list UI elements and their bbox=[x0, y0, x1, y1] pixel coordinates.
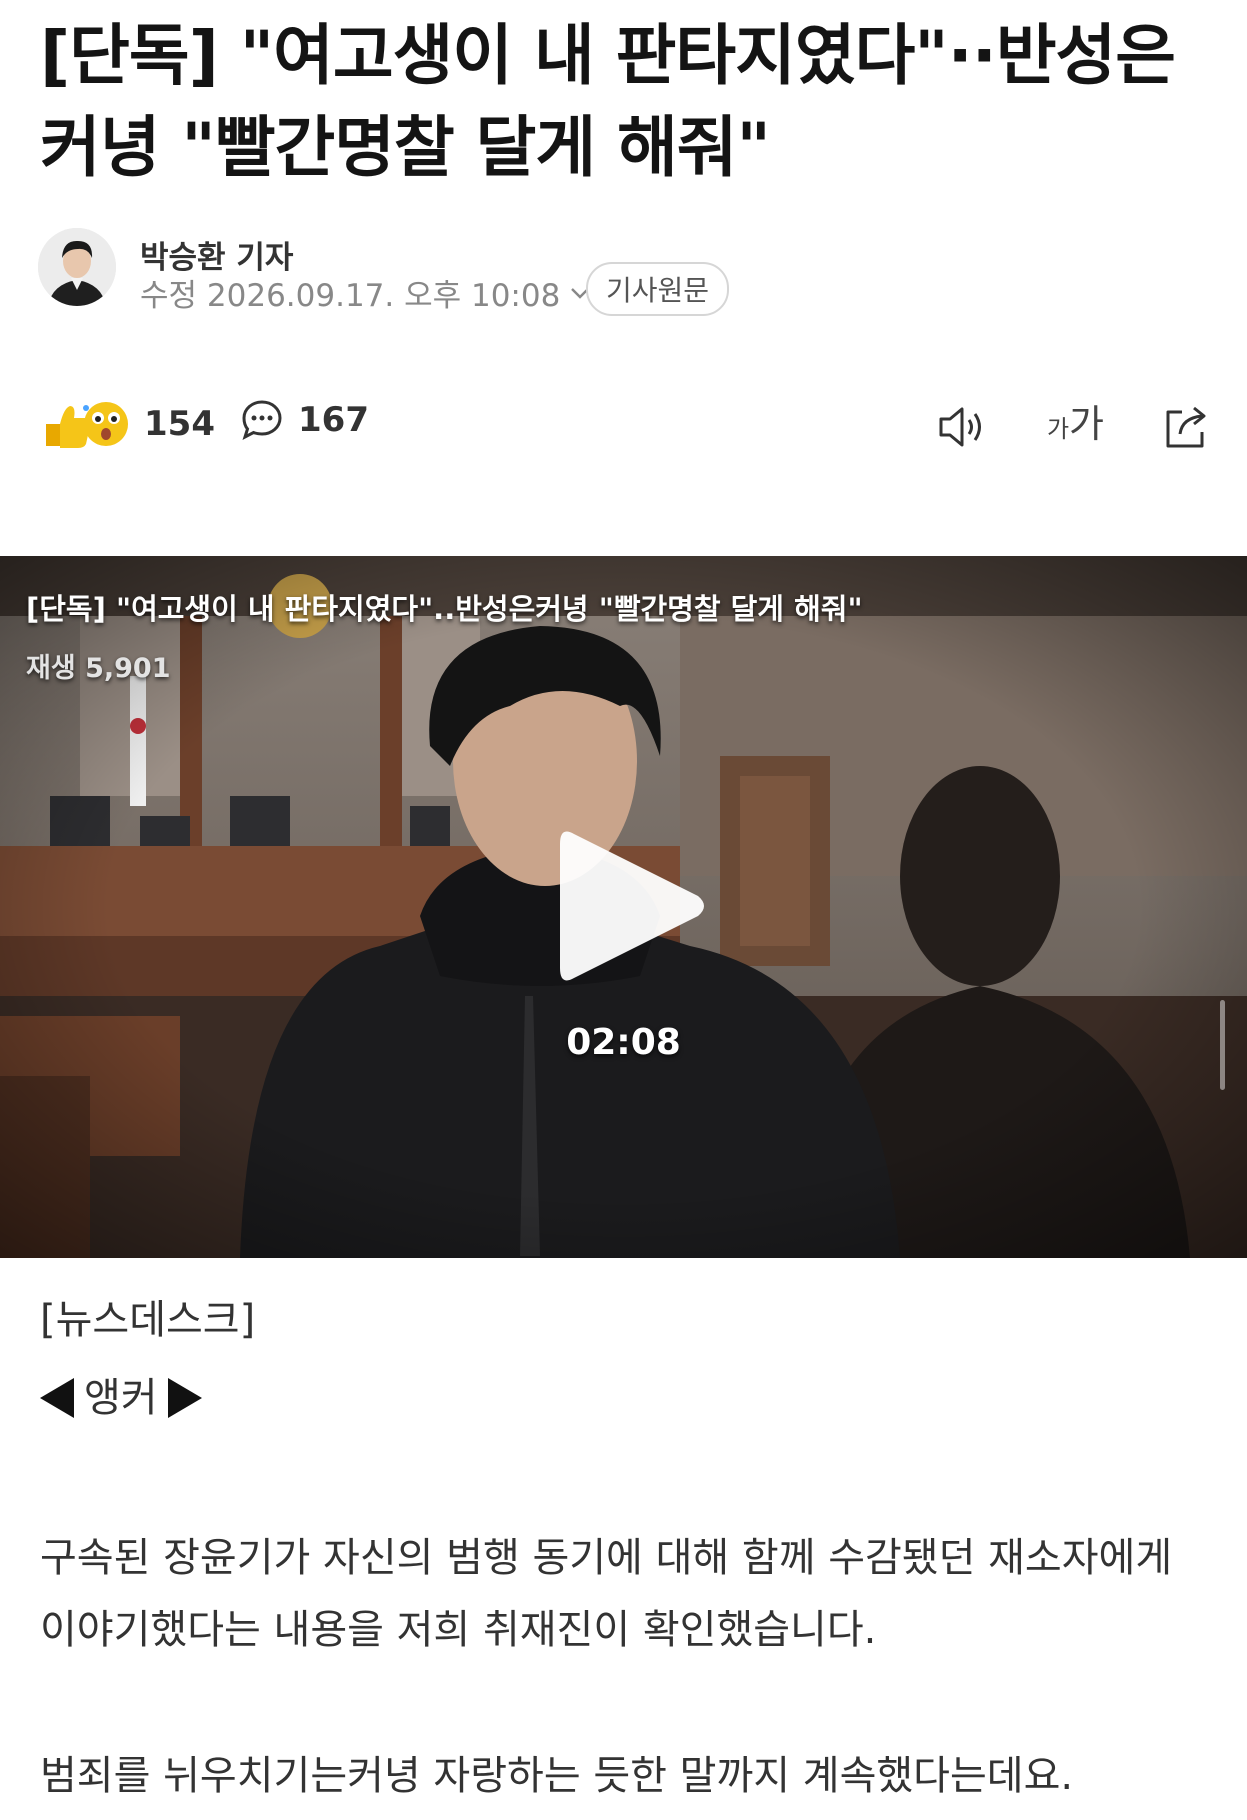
article-paragraph: 구속된 장윤기가 자신의 범행 동기에 대해 함께 수감됐던 재소자에게 이야기… bbox=[40, 1535, 1173, 1653]
article-headline: [단독] "여고생이 내 판타지였다"··반성은 커녕 "빨간명찰 달게 해줘" bbox=[40, 17, 1176, 186]
font-size-small-glyph: 가 bbox=[1046, 415, 1070, 443]
tool-icons: 가가 bbox=[937, 398, 1210, 455]
anchor-heading: 앵커 bbox=[40, 1368, 1210, 1428]
comment-count: 167 bbox=[298, 400, 369, 440]
share-icon[interactable] bbox=[1162, 404, 1210, 450]
article-toolbar: 154 167 가가 bbox=[40, 392, 1210, 456]
anchor-label: 앵커 bbox=[84, 1375, 158, 1421]
font-size-large-glyph: 가 bbox=[1069, 402, 1104, 446]
article-paragraph: 범죄를 뉘우치기는커녕 자랑하는 듯한 말까지 계속했다는데요. bbox=[40, 1753, 1074, 1799]
triangle-right-icon bbox=[167, 1378, 202, 1418]
video-player[interactable]: [단독] "여고생이 내 판타지였다"..반성은커녕 "빨간명찰 달게 해줘" … bbox=[0, 556, 1247, 1258]
byline: 박승환 기자 수정 2026.09.17. 오후 10:08 기사원문 bbox=[38, 228, 1208, 316]
comment-bubble-icon bbox=[242, 400, 282, 441]
article-body: [뉴스데스크] 앵커 구속된 장윤기가 자신의 범행 동기에 대해 함께 수감됐… bbox=[40, 1290, 1210, 1812]
reaction-count: 154 bbox=[144, 404, 215, 444]
video-view-count: 재생 5,901 bbox=[26, 653, 171, 684]
author-avatar[interactable] bbox=[38, 228, 116, 306]
triangle-left-icon bbox=[40, 1378, 74, 1418]
modified-date[interactable]: 수정 2026.09.17. 오후 10:08 bbox=[140, 270, 592, 315]
video-title: [단독] "여고생이 내 판타지였다"..반성은커녕 "빨간명찰 달게 해줘" bbox=[26, 592, 863, 626]
section-tag: [뉴스데스크] bbox=[40, 1297, 256, 1343]
reaction-emoji-icon bbox=[46, 402, 128, 448]
original-article-button[interactable]: 기사원문 bbox=[586, 262, 730, 316]
video-scroll-indicator bbox=[1220, 1000, 1225, 1090]
video-duration: 02:08 bbox=[566, 1022, 681, 1063]
comment-button[interactable]: 167 bbox=[240, 398, 369, 442]
font-size-icon[interactable]: 가가 bbox=[1047, 398, 1104, 455]
play-icon[interactable] bbox=[560, 826, 710, 986]
speaker-icon[interactable] bbox=[937, 405, 989, 449]
reaction-button[interactable]: 154 bbox=[40, 398, 215, 450]
modified-date-text: 수정 2026.09.17. 오후 10:08 bbox=[140, 278, 561, 314]
